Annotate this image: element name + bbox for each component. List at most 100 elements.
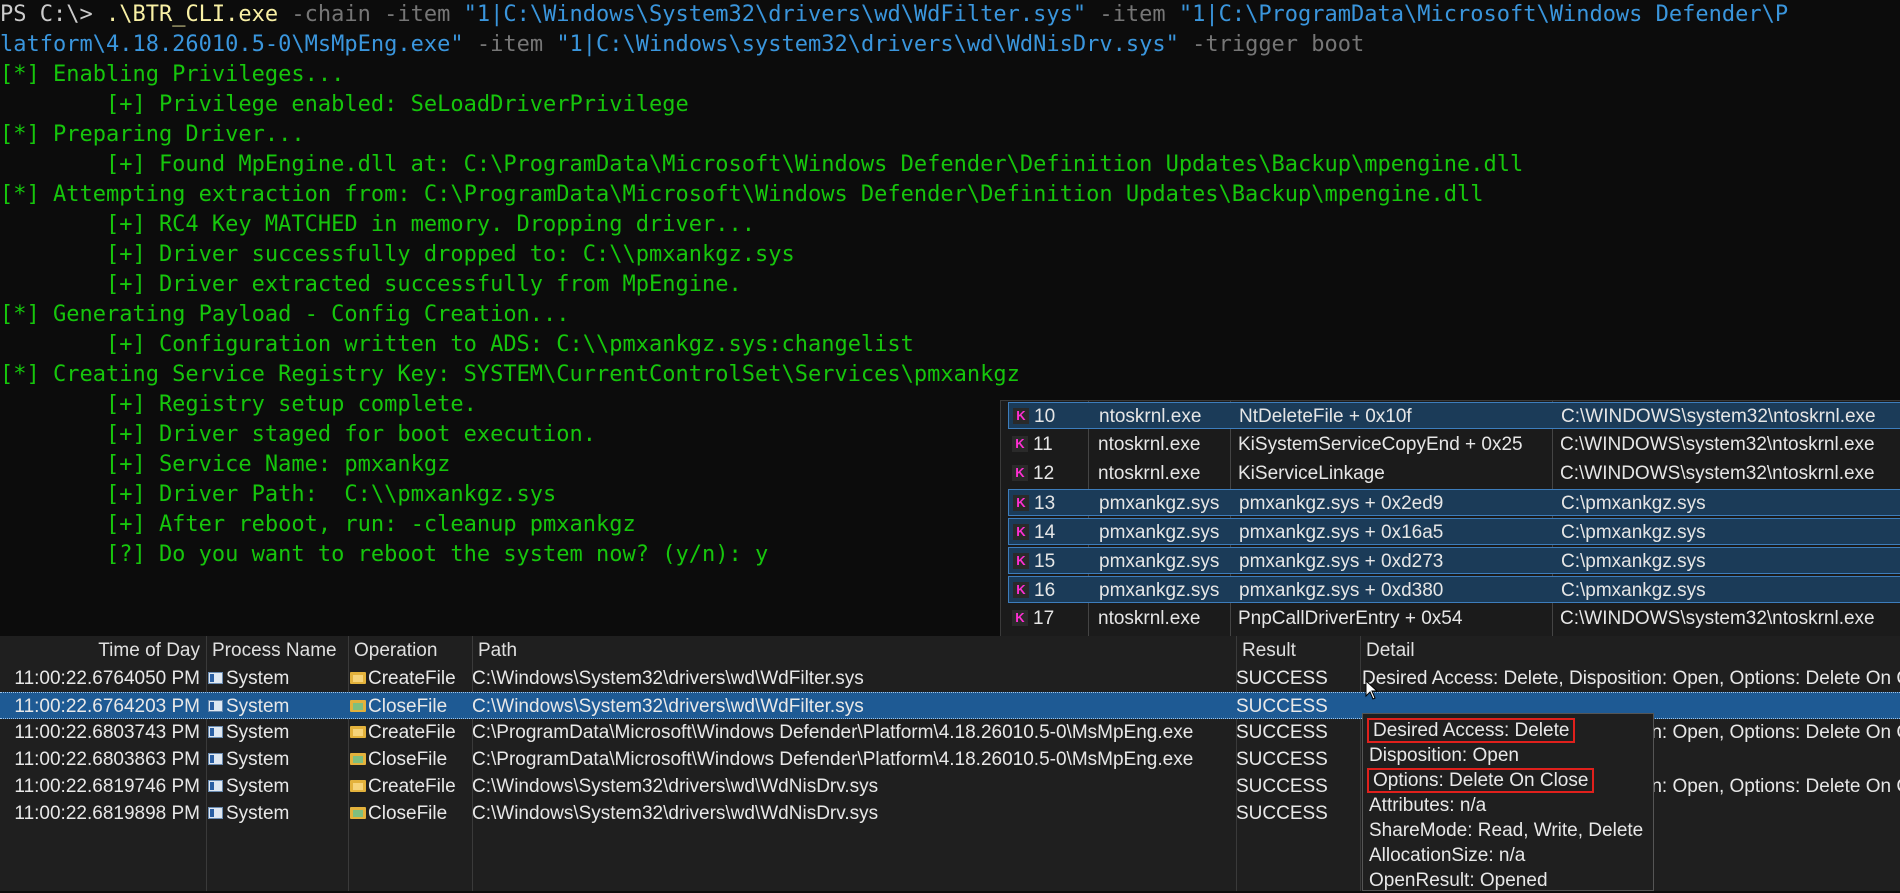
stack-location: KiServiceLinkage bbox=[1238, 463, 1385, 484]
terminal-output-line: [*] Creating Service Registry Key: SYSTE… bbox=[0, 360, 1020, 390]
terminal-output-line: [+] Driver staged for boot execution. bbox=[0, 420, 596, 450]
tooltip-line: ShareMode: Read, Write, Delete bbox=[1369, 820, 1644, 841]
cell-operation: CloseFile bbox=[368, 696, 448, 717]
cell-operation: CloseFile bbox=[368, 803, 448, 824]
stack-path: C:\pmxankgz.sys bbox=[1561, 551, 1706, 572]
stack-frame-row[interactable]: K 13 pmxankgz.sys pmxankgz.sys + 0x2ed9 C:\p… bbox=[1008, 489, 1900, 516]
terminal-line-text: [*] Attempting extraction from: C:\Progr… bbox=[0, 182, 1484, 207]
terminal-output-line: [+] Service Name: pmxankgz bbox=[0, 450, 450, 480]
stack-frame-number: 16 bbox=[1034, 580, 1056, 601]
table-header: Time of Day Process Name Operation Path … bbox=[0, 636, 1900, 665]
command-arg-2b: latform\4.18.26010.5-0\MsMpEng.exe" bbox=[0, 32, 464, 57]
terminal-output-line: [+] Configuration written to ADS: C:\\pm… bbox=[0, 330, 914, 360]
call-stack-panel[interactable]: K 10 ntoskrnl.exe NtDeleteFile + 0x10f C:\WI… bbox=[1000, 400, 1900, 637]
process-window-icon bbox=[208, 753, 223, 765]
cell-process: System bbox=[226, 749, 290, 770]
cell-result: SUCCESS bbox=[1236, 668, 1328, 689]
column-path[interactable]: Path bbox=[478, 636, 517, 665]
command-flags: -trigger boot bbox=[1178, 32, 1365, 57]
stack-location: KiSystemServiceCopyEnd + 0x25 bbox=[1238, 434, 1523, 455]
terminal-output-line: [+] Found MpEngine.dll at: C:\ProgramDat… bbox=[0, 150, 1523, 180]
stack-frame-row[interactable]: K 15 pmxankgz.sys pmxankgz.sys + 0xd273 C:\p… bbox=[1008, 547, 1900, 574]
column-time-of-day[interactable]: Time of Day bbox=[0, 636, 200, 665]
terminal-output-line: [*] Attempting extraction from: C:\Progr… bbox=[0, 180, 1483, 210]
stack-location: NtDeleteFile + 0x10f bbox=[1239, 406, 1412, 427]
stack-frame-row[interactable]: K 17 ntoskrnl.exe PnpCallDriverEntry + 0x54… bbox=[1008, 605, 1900, 632]
column-result[interactable]: Result bbox=[1242, 636, 1296, 665]
terminal-line-text: [+] Driver staged for boot execution. bbox=[0, 422, 597, 447]
stack-path: C:\WINDOWS\system32\ntoskrnl.exe bbox=[1561, 406, 1876, 427]
stack-frame-row[interactable]: K 11 ntoskrnl.exe KiSystemServiceCopyEnd + … bbox=[1008, 431, 1900, 458]
stack-frame-row[interactable]: K 12 ntoskrnl.exe KiServiceLinkage C:\WINDOW… bbox=[1008, 460, 1900, 487]
terminal-output-line: [+] After reboot, run: -cleanup pmxankgz bbox=[0, 510, 636, 540]
cell-process: System bbox=[226, 668, 290, 689]
terminal-line-text: [+] Driver extracted successfully from M… bbox=[0, 272, 742, 297]
terminal-output-line: [+] Privilege enabled: SeLoadDriverPrivi… bbox=[0, 90, 689, 120]
tooltip-line: Attributes: n/a bbox=[1369, 795, 1487, 816]
cell-time: 11:00:22.6764050 PM bbox=[14, 668, 200, 689]
terminal-line-text: [+] RC4 Key MATCHED in memory. Dropping … bbox=[0, 212, 755, 237]
cell-path: C:\Windows\System32\drivers\wd\WdFilter.… bbox=[472, 696, 864, 717]
process-window-icon bbox=[208, 780, 223, 792]
terminal-output-line: [+] Driver extracted successfully from M… bbox=[0, 270, 742, 300]
cell-time: 11:00:22.6819746 PM bbox=[14, 776, 200, 797]
table-row[interactable]: 11:00:22.6764050 PM System CreateFile C:\Wi… bbox=[0, 665, 1900, 692]
terminal-output-line: [*] Generating Payload - Config Creation… bbox=[0, 300, 570, 330]
stack-frame-row[interactable]: K 16 pmxankgz.sys pmxankgz.sys + 0xd380 C:\p… bbox=[1008, 576, 1900, 603]
file-folder-icon bbox=[350, 726, 366, 738]
terminal-output-line: [+] Driver Path: C:\\pmxankgz.sys bbox=[0, 480, 556, 510]
command-arg-3: "1|C:\Windows\system32\drivers\wd\WdNisD… bbox=[556, 32, 1179, 57]
stack-path: C:\WINDOWS\system32\ntoskrnl.exe bbox=[1560, 608, 1875, 629]
stack-location: pmxankgz.sys + 0x16a5 bbox=[1239, 522, 1444, 543]
terminal-output-line: [+] Driver successfully dropped to: C:\\… bbox=[0, 240, 795, 270]
terminal-line-text: [+] Registry setup complete. bbox=[0, 392, 477, 417]
file-folder-icon bbox=[350, 700, 366, 712]
stack-frame-number: 12 bbox=[1033, 463, 1055, 484]
terminal-line-text: [*] Preparing Driver... bbox=[0, 122, 305, 147]
kernel-mode-icon: K bbox=[1013, 553, 1029, 569]
tooltip-line: AllocationSize: n/a bbox=[1369, 845, 1526, 866]
cell-operation: CreateFile bbox=[368, 668, 456, 689]
stack-module: ntoskrnl.exe bbox=[1098, 463, 1201, 484]
stack-frame-number: 13 bbox=[1034, 493, 1056, 514]
cell-time: 11:00:22.6803863 PM bbox=[14, 749, 200, 770]
file-folder-icon bbox=[350, 753, 366, 765]
command-arg-2a: "1|C:\ProgramData\Microsoft\Windows Defe… bbox=[1178, 2, 1789, 27]
cell-time: 11:00:22.6764203 PM bbox=[14, 696, 200, 717]
stack-frame-row[interactable]: K 14 pmxankgz.sys pmxankgz.sys + 0x16a5 C:\p… bbox=[1008, 518, 1900, 545]
detail-tooltip: Desired Access: Delete Disposition: Open O… bbox=[1362, 713, 1654, 891]
kernel-mode-icon: K bbox=[1012, 436, 1028, 452]
stack-module: pmxankgz.sys bbox=[1099, 522, 1220, 543]
stack-frame-row[interactable]: K 10 ntoskrnl.exe NtDeleteFile + 0x10f C:\WI… bbox=[1008, 402, 1900, 429]
command-exe: .\BTR_CLI.exe bbox=[105, 2, 279, 27]
prompt: PS C:\> bbox=[0, 2, 106, 27]
kernel-mode-icon: K bbox=[1012, 610, 1028, 626]
terminal-line-text: [+] After reboot, run: -cleanup pmxankgz bbox=[0, 512, 636, 537]
stack-location: pmxankgz.sys + 0x2ed9 bbox=[1239, 493, 1444, 514]
terminal-line-text: [+] Found MpEngine.dll at: C:\ProgramDat… bbox=[0, 152, 1524, 177]
column-operation[interactable]: Operation bbox=[354, 636, 437, 665]
terminal-output-line: [?] Do you want to reboot the system now… bbox=[0, 540, 768, 570]
cell-process: System bbox=[226, 722, 290, 743]
stack-frame-number: 14 bbox=[1034, 522, 1056, 543]
terminal-line-text: [+] Service Name: pmxankgz bbox=[0, 452, 451, 477]
column-process-name[interactable]: Process Name bbox=[212, 636, 337, 665]
cell-process: System bbox=[226, 803, 290, 824]
stack-path: C:\pmxankgz.sys bbox=[1561, 580, 1706, 601]
terminal-line-text: [+] Driver successfully dropped to: C:\\… bbox=[0, 242, 795, 267]
cell-detail: Desired Access: Delete, Disposition: Ope… bbox=[1362, 668, 1900, 689]
command-flags: -item bbox=[1086, 2, 1179, 27]
stack-module: ntoskrnl.exe bbox=[1099, 406, 1202, 427]
terminal-line-text: [+] Driver Path: C:\\pmxankgz.sys bbox=[0, 482, 557, 507]
cell-result: SUCCESS bbox=[1236, 803, 1328, 824]
command-line-2: latform\4.18.26010.5-0\MsMpEng.exe" -ite… bbox=[0, 30, 1364, 60]
kernel-mode-icon: K bbox=[1013, 408, 1029, 424]
command-flags: -item bbox=[463, 32, 557, 57]
stack-frame-number: 11 bbox=[1033, 434, 1053, 455]
reboot-answer: y bbox=[754, 542, 769, 567]
stack-module: pmxankgz.sys bbox=[1099, 493, 1220, 514]
column-detail[interactable]: Detail bbox=[1366, 636, 1415, 665]
command-arg-1: "1|C:\Windows\System32\drivers\wd\WdFilt… bbox=[463, 2, 1087, 27]
terminal-line-text: [+] Configuration written to ADS: C:\\pm… bbox=[0, 332, 914, 357]
cell-result: SUCCESS bbox=[1236, 776, 1328, 797]
